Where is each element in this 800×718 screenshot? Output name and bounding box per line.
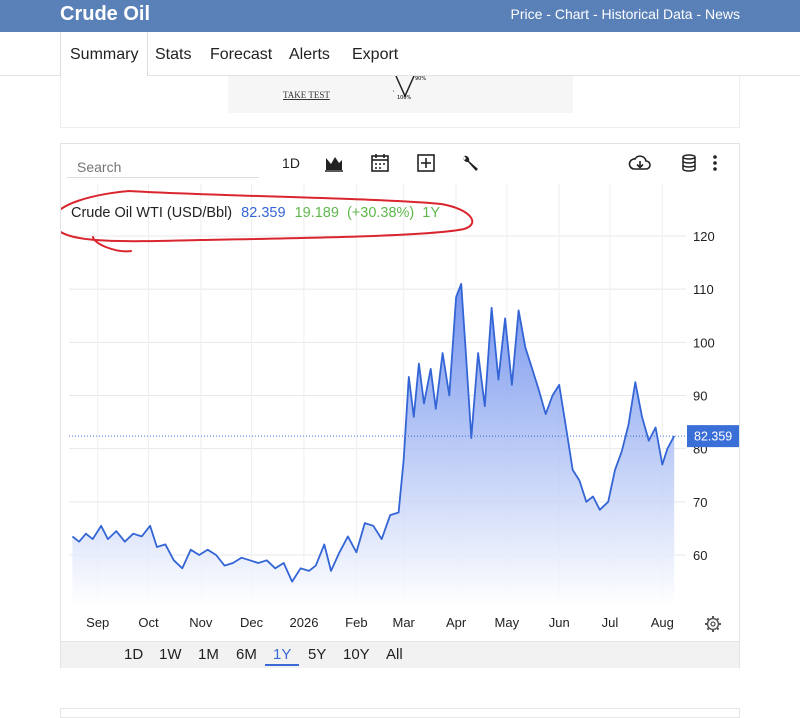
range-1w[interactable]: 1W [159, 646, 182, 663]
range-1y[interactable]: 1Y [265, 646, 300, 666]
next-section [60, 708, 740, 718]
ad-banner[interactable]: TAKE TEST 90% 0% 100% [228, 76, 573, 113]
legend-price: 82.359 [241, 205, 285, 221]
x-tick-label: Aug [651, 615, 674, 630]
x-tick-label: Dec [240, 615, 264, 630]
price-area [72, 283, 675, 606]
tab-export[interactable]: Export [352, 32, 398, 76]
header-links[interactable]: Price - Chart - Historical Data - News [511, 6, 741, 22]
nav-tabs: Summary Stats Forecast Alerts Export [0, 32, 800, 77]
y-tick-label: 100 [693, 335, 715, 350]
range-5y[interactable]: 5Y [308, 646, 326, 663]
y-tick-label: 70 [693, 495, 707, 510]
x-tick-label: Mar [393, 615, 416, 630]
x-tick-label: Sep [86, 615, 109, 630]
range-6m[interactable]: 6M [236, 646, 257, 663]
legend-change: 19.189 [295, 205, 339, 221]
tab-stats[interactable]: Stats [155, 32, 191, 76]
ad-dial-top: 90% [415, 76, 426, 82]
x-tick-label: Oct [138, 615, 159, 630]
x-tick-label: Jun [549, 615, 570, 630]
y-tick-label: 60 [693, 548, 707, 563]
x-tick-label: Jul [602, 615, 619, 630]
tab-summary[interactable]: Summary [60, 32, 149, 77]
top-header: Crude Oil Price - Chart - Historical Dat… [0, 0, 800, 32]
advertisement: TAKE TEST 90% 0% 100% [60, 76, 740, 128]
ad-link[interactable]: TAKE TEST [283, 90, 330, 100]
x-tick-label: Feb [345, 615, 367, 630]
range-selector: 1D 1W 1M 6M 1Y 5Y 10Y All [61, 641, 739, 668]
tab-forecast[interactable]: Forecast [210, 32, 272, 76]
range-all[interactable]: All [386, 646, 403, 663]
legend-series-name: Crude Oil WTI (USD/Bbl) [71, 205, 232, 221]
ad-dial-graphic: 90% 0% 100% [393, 76, 426, 101]
range-10y[interactable]: 10Y [343, 646, 370, 663]
legend-change-pct: (+30.38%) [347, 205, 414, 221]
y-axis: 60708090100110120 [693, 229, 715, 563]
last-price-tag: 82.359 [687, 425, 739, 448]
price-chart[interactable]: 60708090100110120 Sep Oct Nov Dec 2026 Feb Mar… [61, 144, 739, 641]
x-tick-label: Apr [446, 615, 467, 630]
range-1m[interactable]: 1M [198, 646, 219, 663]
x-axis: Sep Oct Nov Dec 2026 Feb Mar Apr May Jun Jul Aug [86, 615, 674, 630]
range-1d[interactable]: 1D [124, 646, 143, 663]
ad-dial-bottom: 100% [397, 95, 412, 101]
x-tick-label: 2026 [290, 615, 319, 630]
ad-dial-left: 0% [393, 88, 394, 94]
chart-legend: Crude Oil WTI (USD/Bbl) 82.359 19.189 (+… [71, 205, 440, 221]
settings-gear-icon[interactable] [705, 616, 721, 632]
page-title[interactable]: Crude Oil [60, 3, 150, 26]
tab-alerts[interactable]: Alerts [289, 32, 330, 76]
x-tick-label: May [495, 615, 520, 630]
y-tick-label: 110 [693, 282, 714, 297]
annotation-circle [61, 190, 474, 253]
y-tick-label: 120 [693, 229, 715, 244]
last-price-tag-label: 82.359 [694, 430, 732, 444]
chart-panel: 1D 60708090100110120 SepOctNovDec2026Feb… [60, 143, 740, 668]
legend-period: 1Y [422, 205, 440, 221]
y-tick-label: 90 [693, 389, 707, 404]
x-tick-label: Nov [189, 615, 213, 630]
